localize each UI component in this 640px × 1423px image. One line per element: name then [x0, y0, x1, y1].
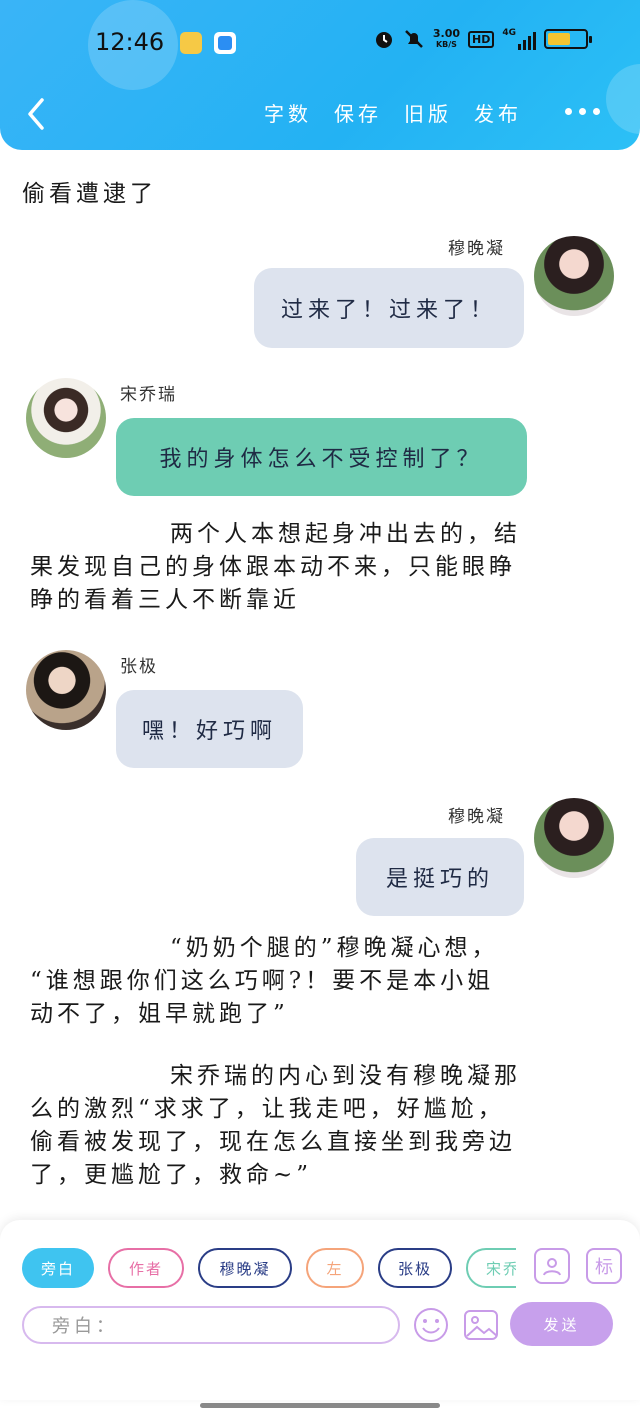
battery-icon — [544, 29, 592, 49]
signal-bar — [533, 32, 536, 50]
role-chip-author[interactable]: 作者 — [108, 1248, 184, 1288]
top-app-bar: 12:46 3.00 KB/S HD 4G 字数 保存 旧版 发布 — [0, 0, 640, 150]
tag-icon-label: 标 — [595, 1257, 613, 1278]
avatar[interactable] — [534, 236, 614, 316]
status-time: 12:46 — [95, 28, 165, 56]
tag-icon[interactable]: 标 — [586, 1248, 622, 1284]
signal-bar — [523, 40, 526, 50]
message-bubble[interactable]: 是挺巧的 — [356, 838, 524, 916]
speaker-name: 宋乔瑞 — [120, 385, 177, 405]
speaker-name: 穆晚凝 — [448, 239, 505, 259]
role-chip-narrator[interactable]: 旁白 — [22, 1248, 94, 1288]
narration-paragraph: 宋乔瑞的内心到没有穆晚凝那 么的激烈“求求了，让我走吧，好尴尬， 偷看被发现了，… — [22, 1060, 521, 1192]
network-speed: 3.00 KB/S — [433, 28, 460, 50]
narration-paragraph: 两个人本想起身冲出去的，结 果发现自己的身体跟本动不来，只能眼睁 睁的看着三人不… — [22, 518, 521, 617]
network-type: 4G — [502, 28, 516, 38]
narration-line: “奶奶个腿的”穆晚凝心想， — [170, 935, 499, 961]
narration-text: 偷看遭逮了 — [22, 181, 157, 207]
role-selector: 旁白 作者 穆晚凝 左 张极 宋乔 — [22, 1248, 516, 1290]
avatar[interactable] — [26, 650, 106, 730]
speed-unit: KB/S — [435, 40, 457, 49]
role-chip-song-qiao[interactable]: 宋乔 — [466, 1248, 516, 1288]
narration-paragraph: “奶奶个腿的”穆晚凝心想， “谁想跟你们这么巧啊?！要不是本小姐 动不了，姐早就… — [22, 932, 499, 1031]
mute-bell-icon — [404, 30, 423, 48]
publish-button[interactable]: 发布 — [474, 98, 522, 127]
role-chip-zhang-ji[interactable]: 张极 — [378, 1248, 452, 1288]
speaker-name: 穆晚凝 — [448, 807, 505, 827]
message-bubble[interactable]: 嘿！好巧啊 — [116, 690, 303, 768]
add-role-icon[interactable] — [534, 1248, 570, 1284]
message-bubble[interactable]: 过来了！过来了！ — [254, 268, 524, 348]
send-button[interactable]: 发送 — [510, 1302, 613, 1346]
narration-line: 偷看被发现了，现在怎么直接坐到我旁边 — [30, 1129, 516, 1155]
avatar[interactable] — [26, 378, 106, 458]
app-notification-icon — [214, 32, 236, 54]
role-chip-mu-wanning[interactable]: 穆晚凝 — [198, 1248, 292, 1288]
narration-line: 了，更尴尬了，救命~” — [30, 1162, 313, 1188]
speaker-name: 张极 — [120, 657, 158, 677]
hd-badge: HD — [468, 30, 495, 48]
narration-line: 果发现自己的身体跟本动不来，只能眼睁 — [30, 554, 516, 580]
back-icon[interactable] — [22, 96, 52, 132]
speed-value: 3.00 — [432, 27, 460, 40]
narration-line: 动不了，姐早就跑了” — [30, 1001, 289, 1027]
home-indicator[interactable] — [200, 1403, 440, 1408]
save-button[interactable]: 保存 — [334, 98, 382, 127]
signal-bar — [518, 44, 521, 50]
story-content: 偷看遭逮了 穆晚凝 过来了！过来了！ 宋乔瑞 我的身体怎么不受控制了？ 两个人本… — [0, 150, 640, 1220]
narration-line: 睁的看着三人不断靠近 — [30, 587, 300, 613]
avatar[interactable] — [534, 798, 614, 878]
emoji-icon[interactable] — [412, 1306, 450, 1344]
narration-line: 么的激烈“求求了，让我走吧，好尴尬， — [30, 1096, 505, 1122]
status-icons: 3.00 KB/S HD 4G — [373, 28, 592, 50]
notes-app-icon — [180, 32, 202, 54]
message-bubble[interactable]: 我的身体怎么不受控制了？ — [116, 418, 527, 496]
old-version-button[interactable]: 旧版 — [404, 98, 452, 127]
word-count-button[interactable]: 字数 — [264, 98, 312, 127]
alarm-icon — [375, 32, 392, 48]
signal-bar — [528, 36, 531, 50]
compose-panel: 旁白 作者 穆晚凝 左 张极 宋乔 标 旁白： 发送 — [0, 1220, 640, 1400]
header-actions: 字数 保存 旧版 发布 — [264, 98, 522, 127]
narration-line: 宋乔瑞的内心到没有穆晚凝那 — [170, 1063, 521, 1089]
message-input[interactable]: 旁白： — [22, 1306, 400, 1344]
header-decoration-bubble — [606, 64, 640, 134]
image-icon[interactable] — [462, 1306, 500, 1344]
narration-line: “谁想跟你们这么巧啊?！要不是本小姐 — [30, 968, 495, 994]
role-chip-left[interactable]: 左 — [306, 1248, 364, 1288]
narration-line: 两个人本想起身冲出去的，结 — [170, 521, 521, 547]
signal-icon: 4G — [502, 28, 536, 50]
more-options-icon[interactable] — [565, 108, 600, 115]
